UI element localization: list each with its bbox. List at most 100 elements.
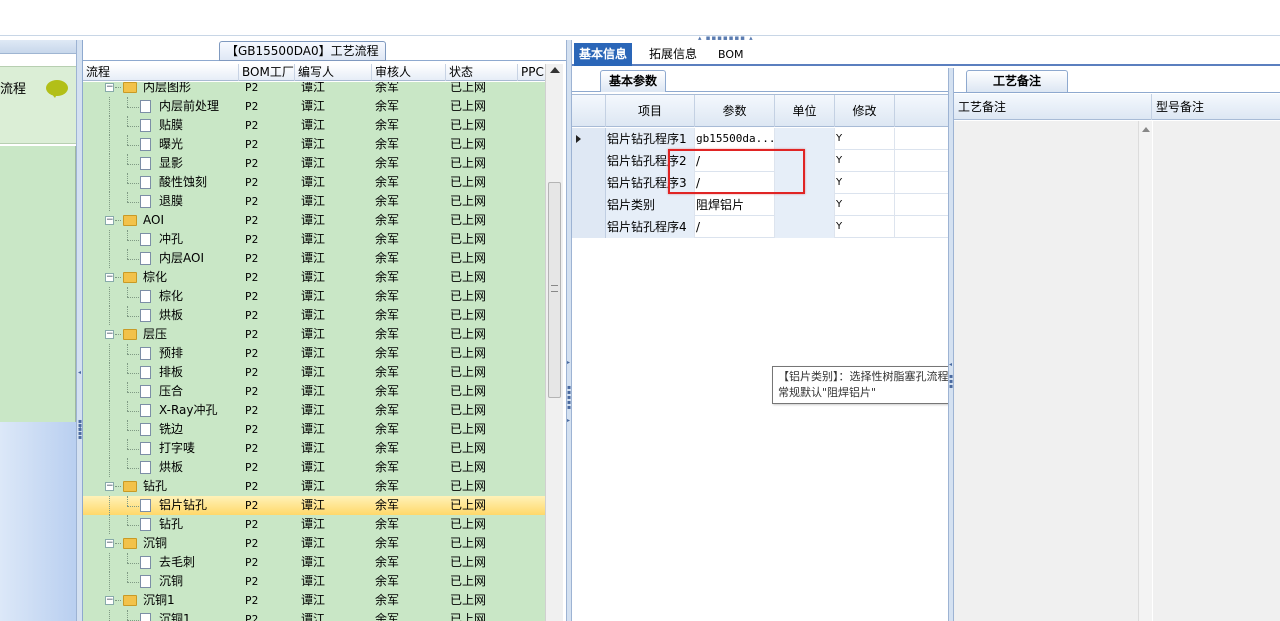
tree-row[interactable]: 棕化 P2 谭江 余军 已上网 (83, 287, 545, 306)
tree-row[interactable]: 钻孔 P2 谭江 余军 已上网 (83, 515, 545, 534)
col-header-process-remark[interactable]: 工艺备注 (954, 94, 1152, 120)
row-indicator[interactable] (572, 150, 606, 172)
writer-cell: 谭江 (301, 384, 326, 398)
tree-row[interactable]: − 内层图形 P2 谭江 余军 已上网 (83, 82, 545, 97)
folder-icon (123, 481, 137, 492)
tree-row[interactable]: 沉铜 P2 谭江 余军 已上网 (83, 572, 545, 591)
tree-row[interactable]: 贴膜 P2 谭江 余军 已上网 (83, 116, 545, 135)
col-header-model-remark[interactable]: 型号备注 (1152, 94, 1204, 120)
tab-basic-info[interactable]: 基本信息 (574, 43, 633, 66)
param-value-cell[interactable]: gb15500da... (695, 128, 775, 150)
tab-process-remarks[interactable]: 工艺备注 (966, 70, 1069, 92)
document-icon (140, 252, 151, 265)
scroll-up-icon[interactable] (550, 67, 560, 73)
expand-toggle-icon[interactable]: − (105, 482, 114, 491)
remark-scrollbar[interactable] (1138, 121, 1152, 621)
tree-row[interactable]: 冲孔 P2 谭江 余军 已上网 (83, 230, 545, 249)
tree-row[interactable]: 铝片钻孔 P2 谭江 余军 已上网 (83, 496, 545, 515)
tree-row[interactable]: 内层前处理 P2 谭江 余军 已上网 (83, 97, 545, 116)
col-header-bom[interactable]: BOM工厂 (239, 64, 295, 81)
tree-row[interactable]: 压合 P2 谭江 余军 已上网 (83, 382, 545, 401)
row-indicator[interactable] (572, 172, 606, 194)
tree-row[interactable]: − 沉铜1 P2 谭江 余军 已上网 (83, 591, 545, 610)
param-item-cell: 铝片钻孔程序4 (606, 216, 695, 238)
tree-row[interactable]: 预排 P2 谭江 余军 已上网 (83, 344, 545, 363)
status-cell: 已上网 (450, 251, 487, 265)
tree-row[interactable]: − 沉铜 P2 谭江 余军 已上网 (83, 534, 545, 553)
tree-row[interactable]: 内层AOI P2 谭江 余军 已上网 (83, 249, 545, 268)
right-splitter-grip[interactable]: ▪ ▪ ▪ (949, 374, 953, 390)
param-value-cell[interactable]: / (695, 216, 775, 238)
right-splitter-arrow-icon[interactable]: ◂ (949, 362, 953, 368)
tree-connector (127, 354, 139, 355)
grid-corner[interactable] (572, 95, 606, 127)
tree-node-label: 打字唛 (159, 441, 196, 455)
tree-row[interactable]: X-Ray冲孔 P2 谭江 余军 已上网 (83, 401, 545, 420)
tree-row[interactable]: 去毛刺 P2 谭江 余军 已上网 (83, 553, 545, 572)
middle-splitter-arrow-icon-2[interactable]: ▸ (567, 418, 571, 424)
left-nav-item-label: 流程 (0, 82, 27, 97)
col-header-modify[interactable]: 修改 (835, 95, 895, 127)
col-header-ppc[interactable]: PPC (518, 64, 545, 81)
writer-cell: 谭江 (301, 441, 326, 455)
row-indicator[interactable] (572, 194, 606, 216)
tree-connector (115, 87, 121, 88)
tree-row[interactable]: 排板 P2 谭江 余军 已上网 (83, 363, 545, 382)
tree-row[interactable]: 显影 P2 谭江 余军 已上网 (83, 154, 545, 173)
tab-bom[interactable]: BOM (713, 43, 749, 66)
tree-connector (115, 334, 121, 335)
subtab-basic-params[interactable]: 基本参数 (600, 70, 667, 92)
process-remark-textarea[interactable] (954, 121, 1152, 621)
col-header-item[interactable]: 项目 (606, 95, 695, 127)
tree-connector (127, 287, 128, 297)
expand-toggle-icon[interactable]: − (105, 539, 114, 548)
expand-toggle-icon[interactable]: − (105, 330, 114, 339)
tree-row[interactable]: − 层压 P2 谭江 余军 已上网 (83, 325, 545, 344)
col-header-param[interactable]: 参数 (695, 95, 775, 127)
param-unit-cell[interactable] (775, 128, 835, 150)
writer-cell: 谭江 (301, 612, 326, 621)
tab-extended-info[interactable]: 拓展信息 (644, 43, 702, 66)
row-indicator[interactable] (572, 216, 606, 238)
reviewer-cell: 余军 (375, 536, 400, 550)
reviewer-cell: 余军 (375, 308, 400, 322)
col-header-writer[interactable]: 编写人 (295, 64, 372, 81)
tree-row[interactable]: 烘板 P2 谭江 余军 已上网 (83, 306, 545, 325)
model-remark-textarea[interactable] (1153, 121, 1280, 621)
col-header-reviewer[interactable]: 审核人 (372, 64, 446, 81)
row-indicator[interactable] (572, 128, 606, 150)
param-row[interactable]: 铝片类别 阻焊铝片 Y (572, 194, 948, 216)
expand-toggle-icon[interactable]: − (105, 216, 114, 225)
remark-scroll-up-icon[interactable] (1142, 127, 1150, 132)
middle-splitter-arrow-icon[interactable]: ▸ (567, 360, 571, 366)
tree-node-label: 沉铜1 (159, 612, 191, 621)
col-header-status[interactable]: 状态 (446, 64, 518, 81)
middle-splitter-grip[interactable]: ▪ ▪ ▪ ▪ ▪ (567, 385, 571, 411)
tree-row[interactable]: − 钻孔 P2 谭江 余军 已上网 (83, 477, 545, 496)
tree-row[interactable]: − 棕化 P2 谭江 余军 已上网 (83, 268, 545, 287)
tree-row[interactable]: 沉铜1 P2 谭江 余军 已上网 (83, 610, 545, 621)
tree-row[interactable]: 酸性蚀刻 P2 谭江 余军 已上网 (83, 173, 545, 192)
expand-toggle-icon[interactable]: − (105, 273, 114, 282)
param-value-cell[interactable]: 阻焊铝片 (695, 194, 775, 216)
expand-toggle-icon[interactable]: − (105, 83, 114, 92)
scroll-thumb[interactable] (548, 182, 561, 398)
tree-row[interactable]: 烘板 P2 谭江 余军 已上网 (83, 458, 545, 477)
tree-row[interactable]: 铣边 P2 谭江 余军 已上网 (83, 420, 545, 439)
param-unit-cell[interactable] (775, 194, 835, 216)
tree-row[interactable]: 退膜 P2 谭江 余军 已上网 (83, 192, 545, 211)
param-unit-cell[interactable] (775, 216, 835, 238)
document-icon (140, 100, 151, 113)
tree-scrollbar[interactable] (545, 64, 563, 621)
col-header-flow[interactable]: 流程 (83, 64, 239, 81)
param-row[interactable]: 铝片钻孔程序1 gb15500da... Y (572, 128, 948, 150)
tree-connector (109, 515, 110, 534)
col-header-unit[interactable]: 单位 (775, 95, 835, 127)
param-row[interactable]: 铝片钻孔程序4/ Y (572, 216, 948, 238)
expand-toggle-icon[interactable]: − (105, 596, 114, 605)
tree-row[interactable]: 打字唛 P2 谭江 余军 已上网 (83, 439, 545, 458)
tree-node-label: X-Ray冲孔 (159, 403, 218, 417)
tree-row[interactable]: − AOI P2 谭江 余军 已上网 (83, 211, 545, 230)
writer-cell: 谭江 (301, 327, 326, 341)
tree-row[interactable]: 曝光 P2 谭江 余军 已上网 (83, 135, 545, 154)
